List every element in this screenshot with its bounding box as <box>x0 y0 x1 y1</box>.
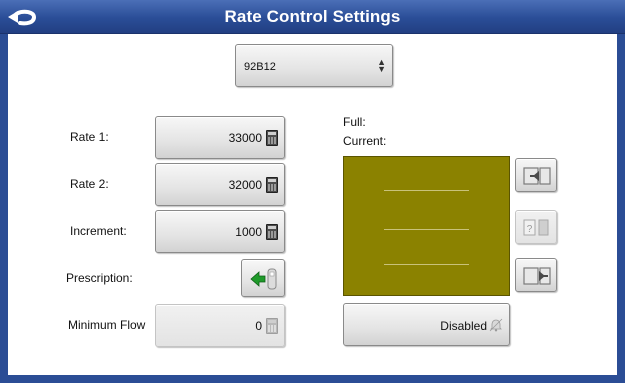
empty-bin-icon <box>523 267 551 285</box>
rate-1-button[interactable]: 33000 <box>155 116 285 159</box>
rate-1-value: 33000 <box>228 131 262 145</box>
calculator-icon <box>266 224 278 240</box>
prescription-button[interactable] <box>241 259 285 297</box>
rate-2-label: Rate 2: <box>70 177 109 191</box>
calculator-icon <box>266 130 278 146</box>
rate-2-value: 32000 <box>228 178 262 192</box>
minimum-flow-button[interactable]: 0 <box>155 304 285 347</box>
fill-bin-icon <box>523 167 551 185</box>
prescription-label: Prescription: <box>66 271 133 285</box>
product-select[interactable]: 92B12 ▲ ▼ <box>235 44 393 87</box>
level-line <box>384 229 469 230</box>
level-line <box>384 264 469 265</box>
frame-left-border <box>0 34 8 383</box>
minimum-flow-value: 0 <box>255 319 262 333</box>
increment-label: Increment: <box>70 224 127 238</box>
title-bar: Rate Control Settings <box>0 0 625 34</box>
bin-info-button[interactable]: ? <box>515 210 557 244</box>
empty-bin-button[interactable] <box>515 258 557 292</box>
product-select-value: 92B12 <box>244 61 276 73</box>
rate-1-label: Rate 1: <box>70 130 109 144</box>
full-label: Full: <box>343 115 366 129</box>
page-title: Rate Control Settings <box>224 7 401 26</box>
frame-right-border <box>617 34 625 383</box>
prescription-import-icon <box>250 268 277 290</box>
bin-level-display <box>343 156 510 296</box>
rate-2-button[interactable]: 32000 <box>155 163 285 206</box>
calculator-icon <box>266 177 278 193</box>
bin-info-icon: ? <box>523 219 549 236</box>
current-label: Current: <box>343 134 387 148</box>
bell-icon <box>489 318 503 332</box>
svg-text:?: ? <box>527 224 533 235</box>
alarm-status: Disabled <box>440 319 487 333</box>
minimum-flow-label: Minimum Flow <box>68 318 146 332</box>
alarm-button[interactable]: Disabled <box>343 303 510 346</box>
frame-bottom-border <box>0 375 625 383</box>
increment-value: 1000 <box>235 225 262 239</box>
fill-bin-button[interactable] <box>515 158 557 192</box>
select-arrows-icon: ▲ ▼ <box>377 57 386 74</box>
calculator-icon <box>266 318 278 334</box>
rate-control-window: Rate Control Settings 92B12 ▲ ▼ Rate 1: 3… <box>0 0 625 383</box>
level-line <box>384 190 469 191</box>
increment-button[interactable]: 1000 <box>155 210 285 253</box>
